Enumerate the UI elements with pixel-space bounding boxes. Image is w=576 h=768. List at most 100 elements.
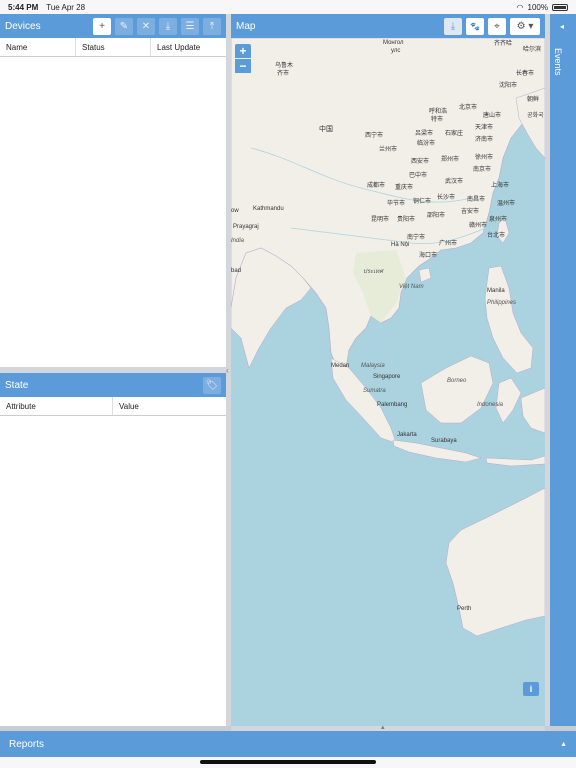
map-label-chongqing: 重庆市	[395, 185, 414, 191]
map-label-palembang: Palembang	[377, 402, 408, 408]
map-label-singapore: Singapore	[373, 374, 401, 380]
info-button[interactable]: i	[523, 682, 539, 696]
map-label-malaysia: Malaysia	[361, 363, 385, 369]
map-label-kunming: 昆明市	[371, 217, 390, 223]
status-right: ◠ 100%	[517, 3, 568, 12]
map-label-korea-2: 공화국	[527, 113, 544, 119]
column-value[interactable]: Value	[113, 397, 226, 415]
reports-title: Reports	[9, 738, 45, 750]
list-icon: ☰	[185, 20, 195, 32]
column-attribute[interactable]: Attribute	[0, 397, 113, 415]
map-label-india: India	[231, 238, 245, 244]
follow-button[interactable]: 🐾	[466, 17, 484, 35]
map-label-xuzhou: 徐州市	[475, 155, 494, 161]
map-label-uls: улс	[391, 48, 401, 54]
map-label-shaoyang: 邵阳市	[427, 213, 446, 219]
remove-device-button[interactable]: ✕	[137, 17, 155, 35]
map-label-taipei: 台北市	[487, 233, 506, 239]
map-panel: Map ⤓ 🐾 ⌖ ⚙ ▾ 齐齐哈 哈尔滨 长春市 沈阳市 Монгол улс…	[231, 14, 545, 726]
zoom-in-button[interactable]: +	[235, 44, 251, 59]
add-device-button[interactable]: +	[93, 17, 111, 35]
state-panel: State 🏷 Attribute Value	[0, 373, 226, 726]
settings-button[interactable]: ⚙ ▾	[510, 17, 540, 35]
devices-grid-header: Name Status Last Update	[0, 38, 226, 57]
map-label-jakarta: Jakarta	[397, 432, 417, 438]
map-label-bazhong: 巴中市	[409, 173, 428, 179]
events-panel[interactable]: ◂ Events	[550, 14, 576, 726]
battery-icon	[552, 3, 568, 11]
close-icon: ✕	[141, 20, 151, 32]
state-toolbar: 🏷	[203, 376, 221, 394]
tag-button[interactable]: 🏷	[203, 376, 221, 394]
map-label-changsha: 长沙市	[437, 195, 456, 201]
map-label-tangshan: 唐山市	[483, 113, 502, 119]
map-download-button[interactable]: ⤓	[444, 17, 462, 35]
map-label-tianjin: 天津市	[475, 125, 494, 131]
map-label-bad: bad	[231, 268, 242, 274]
state-title: State	[5, 379, 29, 391]
state-header: State 🏷	[0, 373, 226, 397]
map-label-haikou: 海口市	[419, 253, 438, 259]
column-last-update[interactable]: Last Update	[151, 38, 226, 56]
map-canvas[interactable]: 齐齐哈 哈尔滨 长春市 沈阳市 Монгол улс 乌鲁木 齐市 呼和浩 特市…	[231, 38, 545, 726]
status-bar: 5:44 PM Tue Apr 28 ◠ 100%	[0, 0, 576, 14]
map-label-zhengzhou: 郑州市	[441, 157, 460, 163]
locate-button[interactable]: ⌖	[488, 17, 506, 35]
map-label-thailand: ประเทศ	[363, 269, 384, 275]
events-title: Events	[553, 48, 563, 76]
map-label-lanzhou: 兰州市	[379, 147, 398, 153]
map-label-linfen: 临汾市	[417, 141, 436, 147]
map-label-jinan: 济南市	[475, 137, 494, 143]
map-label-surabaya: Surabaya	[431, 438, 457, 444]
devices-panel: Devices + ✎ ✕ ⤓ ☰ ⤒ Name Status Last Upd…	[0, 14, 226, 367]
map-label-guiyang: 贵阳市	[397, 217, 416, 223]
edit-device-button[interactable]: ✎	[115, 17, 133, 35]
geofence-button[interactable]: ⤓	[159, 17, 177, 35]
zoom-out-button[interactable]: −	[235, 59, 251, 74]
map-label-qiqihar: 齐齐哈	[494, 41, 513, 47]
tag-icon: 🏷	[205, 379, 219, 391]
map-label-nanchang: 南昌市	[467, 197, 486, 203]
map-label-urumqi-2: 齐市	[277, 71, 290, 77]
map-label-hohhot-2: 特市	[431, 117, 444, 123]
map-label-bijie: 毕节市	[387, 201, 406, 207]
map-label-jian: 吉安市	[461, 209, 480, 215]
column-status[interactable]: Status	[76, 38, 151, 56]
map-label-tongren: 铜仁市	[413, 199, 432, 205]
map-land	[231, 38, 545, 637]
map-label-nanjing: 南京市	[473, 167, 492, 173]
wifi-icon: ◠	[516, 2, 524, 12]
attributes-button[interactable]: ☰	[181, 17, 199, 35]
home-area	[0, 757, 576, 768]
column-name[interactable]: Name	[0, 38, 76, 56]
expand-up-icon[interactable]: ▲	[560, 741, 567, 748]
map-toolbar: ⤓ 🐾 ⌖ ⚙ ▾	[444, 17, 540, 35]
devices-header: Devices + ✎ ✕ ⤓ ☰ ⤒	[0, 14, 226, 38]
map-label-changchun: 长春市	[516, 71, 535, 77]
gear-icon: ⚙ ▾	[516, 20, 534, 32]
paw-icon: 🐾	[470, 21, 480, 31]
map-label-beijing: 北京市	[459, 105, 478, 111]
devices-toolbar: + ✎ ✕ ⤓ ☰ ⤒	[93, 17, 221, 35]
map-label-medan: Medan	[331, 363, 350, 369]
map-label-nanning: 南宁市	[407, 235, 426, 241]
map-label-harbin: 哈尔滨	[523, 47, 542, 53]
state-grid-header: Attribute Value	[0, 397, 226, 416]
map-label-shijiazhuang: 石家庄	[445, 131, 464, 137]
map-label-shanghai: 上海市	[491, 183, 510, 189]
crosshair-icon: ⌖	[494, 20, 500, 32]
reports-panel[interactable]: Reports ▲	[0, 731, 576, 757]
home-indicator[interactable]	[200, 760, 376, 764]
command-button[interactable]: ⤒	[203, 17, 221, 35]
status-time: 5:44 PM	[8, 2, 39, 12]
upload-icon: ⤒	[209, 20, 215, 32]
plus-icon: +	[99, 20, 105, 32]
expand-left-icon[interactable]: ◂	[560, 22, 564, 31]
download-icon: ⤓	[165, 20, 171, 32]
zoom-control: + −	[235, 44, 251, 74]
map-label-wuhan: 武汉市	[445, 179, 464, 185]
map-label-prayagraj: Prayagraj	[233, 224, 259, 230]
map-label-sumatra: Sumatra	[363, 388, 386, 394]
map-label-sifang: 沈阳市	[499, 83, 518, 89]
status-date: Tue Apr 28	[46, 2, 86, 12]
